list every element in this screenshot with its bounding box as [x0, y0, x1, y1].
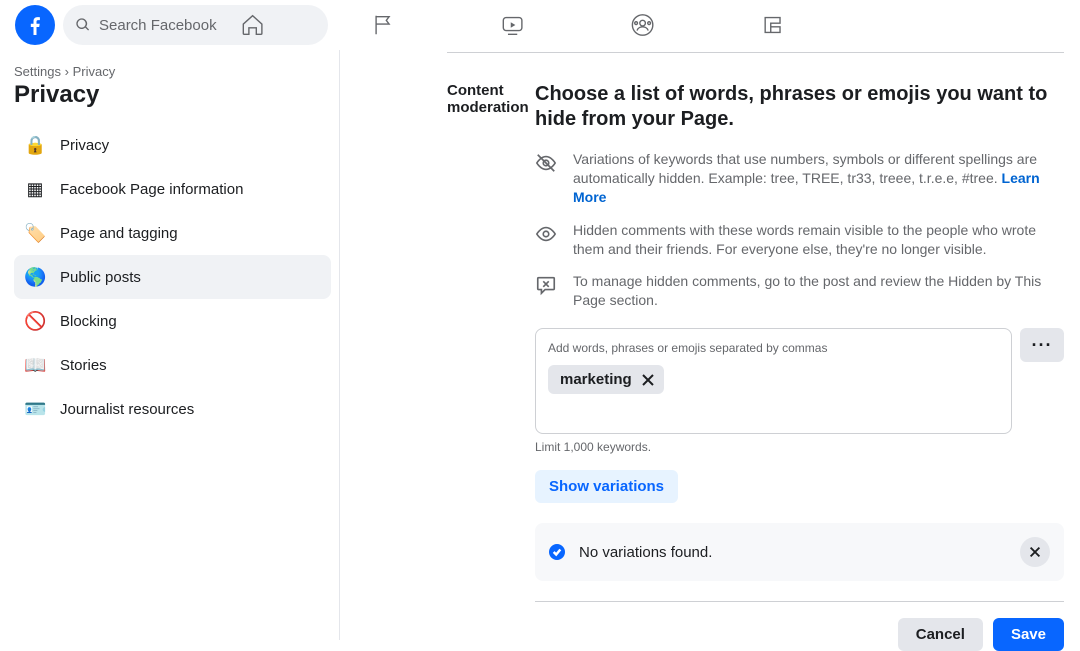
nav-watch[interactable]	[499, 11, 527, 39]
divider	[535, 601, 1064, 602]
sidebar-item-privacy[interactable]: 🔒Privacy	[14, 123, 331, 167]
more-options-button[interactable]: ···	[1020, 328, 1064, 362]
breadcrumb-settings[interactable]: Settings	[14, 64, 61, 79]
flag-icon	[370, 12, 396, 38]
top-nav	[239, 11, 787, 39]
limit-text: Limit 1,000 keywords.	[535, 440, 1064, 454]
sidebar-item-page-info[interactable]: ▦Facebook Page information	[14, 167, 331, 211]
sidebar-item-stories[interactable]: 📖Stories	[14, 343, 331, 387]
remove-chip-icon[interactable]	[640, 372, 656, 388]
show-variations-button[interactable]: Show variations	[535, 470, 678, 503]
section-heading: Choose a list of words, phrases or emoji…	[535, 82, 1064, 132]
block-icon: 🚫	[24, 311, 46, 332]
dismiss-alert-button[interactable]	[1020, 537, 1050, 567]
tag-icon: 🏷️	[24, 223, 46, 244]
eye-off-icon	[535, 152, 557, 174]
keyword-chip: marketing	[548, 365, 664, 394]
page-title: Privacy	[14, 81, 331, 109]
search-placeholder: Search Facebook	[99, 17, 217, 34]
info-variations: Variations of keywords that use numbers,…	[573, 150, 1064, 207]
nav-pages[interactable]	[369, 11, 397, 39]
lock-icon: 🔒	[24, 135, 46, 156]
info-manage: To manage hidden comments, go to the pos…	[573, 272, 1064, 310]
save-button[interactable]: Save	[993, 618, 1064, 651]
sidebar-item-blocking[interactable]: 🚫Blocking	[14, 299, 331, 343]
nav-groups[interactable]	[629, 11, 657, 39]
section-label: Content moderation	[447, 82, 535, 116]
sidebar: Settings › Privacy Privacy 🔒Privacy ▦Fac…	[0, 50, 340, 640]
info-visibility: Hidden comments with these words remain …	[573, 221, 1064, 259]
facebook-icon	[23, 13, 47, 37]
breadcrumb: Settings › Privacy	[14, 64, 331, 79]
eye-icon	[535, 223, 557, 245]
content: Content moderation Choose a list of word…	[340, 50, 1080, 640]
watch-icon	[500, 12, 526, 38]
globe-icon: 🌎	[24, 267, 46, 288]
nav-home[interactable]	[239, 11, 267, 39]
groups-icon	[630, 12, 656, 38]
badge-icon: 🪪	[24, 399, 46, 420]
sidebar-item-public-posts[interactable]: 🌎Public posts	[14, 255, 331, 299]
sidebar-item-journalist[interactable]: 🪪Journalist resources	[14, 387, 331, 431]
home-icon	[240, 12, 266, 38]
comment-x-icon	[535, 274, 557, 296]
search-icon	[75, 17, 91, 33]
grid-icon: ▦	[24, 179, 46, 200]
keywords-placeholder: Add words, phrases or emojis separated b…	[548, 341, 999, 355]
keywords-input[interactable]: Add words, phrases or emojis separated b…	[535, 328, 1012, 434]
variations-alert: No variations found.	[535, 523, 1064, 581]
stories-icon: 📖	[24, 355, 46, 376]
facebook-logo[interactable]	[15, 5, 55, 45]
check-icon	[549, 544, 565, 560]
gaming-icon	[760, 12, 786, 38]
alert-text: No variations found.	[579, 544, 1020, 561]
nav-gaming[interactable]	[759, 11, 787, 39]
breadcrumb-privacy[interactable]: Privacy	[73, 64, 116, 79]
cancel-button[interactable]: Cancel	[898, 618, 983, 651]
sidebar-item-tagging[interactable]: 🏷️Page and tagging	[14, 211, 331, 255]
